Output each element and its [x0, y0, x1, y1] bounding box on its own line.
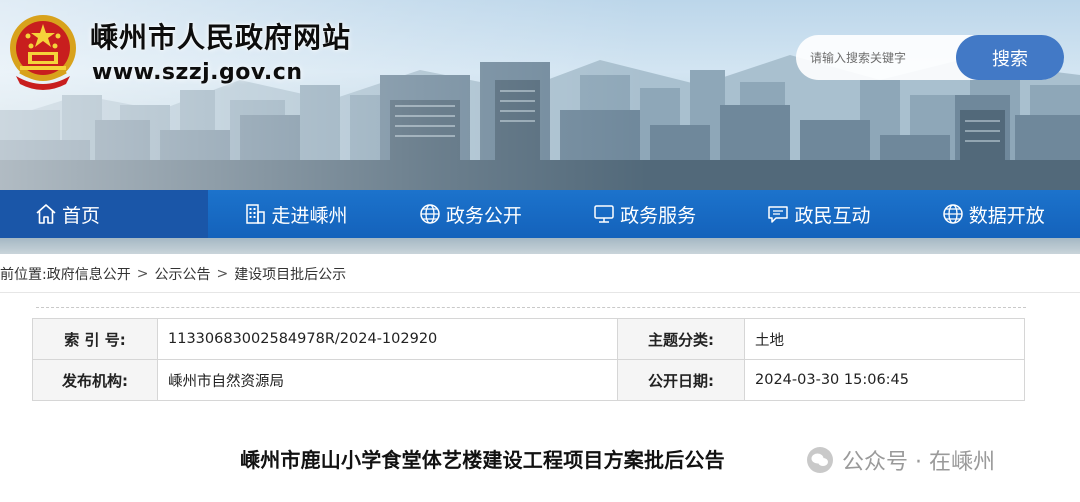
breadcrumb-prefix: 当前位置: — [0, 267, 47, 283]
home-icon — [34, 202, 58, 226]
main-nav: 首页 走进嵊州 政务公开 政务服务 政民互动 数据开放 — [0, 190, 1080, 238]
breadcrumb-item-construction-notice[interactable]: 建设项目批后公示 — [234, 264, 346, 284]
wechat-icon — [807, 447, 833, 473]
nav-item-label: 政民互动 — [794, 204, 871, 227]
header-banner: 嵊州市人民政府网站 www.szzj.gov.cn 搜索 — [0, 0, 1080, 190]
index-value: 11330683002584978R/2024-102920 — [157, 318, 618, 360]
breadcrumb-separator: > — [216, 266, 229, 282]
date-label: 公开日期: — [617, 359, 745, 401]
nav-item-interaction[interactable]: 政民互动 — [731, 190, 905, 238]
table-row: 索 引 号: 11330683002584978R/2024-102920 主题… — [32, 318, 1025, 360]
date-value: 2024-03-30 15:06:45 — [744, 359, 1025, 401]
site-url: www.szzj.gov.cn — [92, 60, 303, 85]
watermark-text: 公众号 · 在嵊州 — [842, 450, 995, 475]
search-box: 搜索 — [796, 35, 1064, 80]
table-row: 发布机构: 嵊州市自然资源局 公开日期: 2024-03-30 15:06:45 — [32, 359, 1025, 401]
search-input[interactable] — [796, 35, 966, 80]
monitor-icon — [592, 202, 616, 226]
topic-label: 主题分类: — [617, 318, 745, 360]
document-info-table: 索 引 号: 11330683002584978R/2024-102920 主题… — [32, 318, 1025, 401]
nav-item-gov-affairs[interactable]: 政务公开 — [383, 190, 557, 238]
globe-icon — [941, 202, 965, 226]
breadcrumb-item-announcements[interactable]: 公示公告 — [154, 264, 210, 284]
breadcrumb-item-info-disclosure[interactable]: 政府信息公开 — [47, 264, 131, 284]
topic-value: 土地 — [744, 318, 1025, 360]
nav-item-home[interactable]: 首页 — [0, 190, 209, 238]
nav-item-label: 政务服务 — [620, 204, 697, 227]
divider — [0, 292, 1080, 293]
site-title: 嵊州市人民政府网站 — [90, 21, 352, 54]
watermark: 公众号 · 在嵊州 — [806, 444, 995, 476]
nav-item-label: 首页 — [62, 204, 101, 227]
globe-icon — [418, 202, 442, 226]
breadcrumb: 当前位置: 政府信息公开 > 公示公告 > 建设项目批后公示 — [0, 262, 346, 286]
nav-item-about[interactable]: 走进嵊州 — [208, 190, 382, 238]
nav-item-gov-services[interactable]: 政务服务 — [557, 190, 731, 238]
breadcrumb-separator: > — [136, 266, 149, 282]
building-icon — [243, 202, 267, 226]
search-button[interactable]: 搜索 — [956, 35, 1064, 80]
article-title: 嵊州市鹿山小学食堂体艺楼建设工程项目方案批后公告 — [240, 448, 725, 472]
nav-item-open-data[interactable]: 数据开放 — [906, 190, 1080, 238]
publisher-value: 嵊州市自然资源局 — [157, 359, 618, 401]
nav-bottom-strip — [0, 238, 1080, 254]
nav-item-label: 政务公开 — [445, 204, 522, 227]
national-emblem-icon — [10, 15, 76, 90]
index-label: 索 引 号: — [32, 318, 158, 360]
nav-item-label: 数据开放 — [968, 204, 1045, 227]
publisher-label: 发布机构: — [32, 359, 158, 401]
chat-icon — [766, 202, 790, 226]
divider — [36, 307, 1026, 308]
nav-item-label: 走进嵊州 — [271, 204, 348, 227]
